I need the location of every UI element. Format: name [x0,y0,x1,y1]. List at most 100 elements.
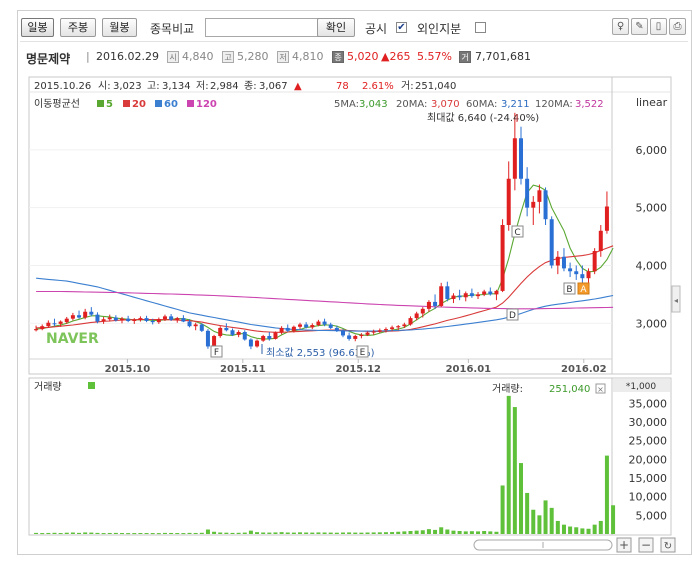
volume-bar-58 [390,532,395,534]
volume-bar-70 [463,531,468,534]
panel-collapse-handle[interactable]: ◂ [671,285,681,313]
candle-body-62 [414,313,419,319]
candle-body-39 [273,332,278,339]
candle-body-47 [322,321,327,325]
naver-watermark: NAVER [46,331,99,347]
volume-bar-28 [205,529,210,534]
refresh-icon[interactable]: ↻ [660,537,676,553]
candle-body-63 [420,308,425,314]
ma60-readout-label: 60MA: [466,99,497,110]
volume-close-icon[interactable]: × [595,383,606,394]
cursor-high: 3,134 [162,81,191,92]
candle-body-79 [518,138,523,179]
candle-7 [77,310,82,319]
marker-f[interactable]: F [210,345,223,358]
candle-body-92 [598,230,603,252]
marker-d[interactable]: D [506,308,519,321]
candle-39 [273,331,278,340]
candle-body-54 [365,332,370,335]
marker-e[interactable]: E [356,345,369,358]
candle-51 [347,332,352,341]
volume-bar-39 [273,532,278,534]
candle-body-89 [580,274,585,279]
marker-a[interactable]: A [577,282,590,295]
candle-69 [457,289,462,301]
marker-c[interactable]: C [511,225,524,238]
volume-bar-74 [488,531,493,534]
candle-body-38 [267,336,272,339]
candle-body-53 [359,334,364,337]
volume-bar-60 [402,531,407,534]
svg-text:D: D [509,311,516,321]
volume-bar-6 [70,532,75,534]
legend-swatch-20 [123,100,130,107]
volume-bar-71 [469,531,474,534]
ma120-readout-value: 3,522 [575,99,604,110]
svg-text:◂: ◂ [674,296,678,305]
candle-body-83 [543,190,548,220]
svg-text:C: C [514,228,520,238]
candle-body-80 [525,178,530,208]
svg-text:+: + [619,538,629,552]
candle-body-41 [285,327,290,331]
volume-bar-21 [162,532,167,534]
candle-77 [506,161,511,231]
marker-b[interactable]: B [563,282,576,295]
legend-label-60: 60 [164,99,178,110]
candle-14 [120,316,125,324]
volume-bar-1 [40,533,45,535]
cursor-arrow: ▲ [294,81,302,92]
volume-bar-25 [187,532,192,534]
svg-text:−: − [641,538,651,552]
candle-body-51 [347,335,352,339]
volume-bar-56 [377,532,382,534]
candle-body-0 [34,329,39,331]
volume-bar-46 [316,532,321,534]
candle-body-9 [89,311,94,315]
candle-24 [181,315,186,323]
volume-bar-87 [568,526,573,534]
volume-panel-title: 거래량 [34,381,62,393]
zoom-in-button[interactable]: + [616,537,632,553]
candle-84 [549,216,554,269]
candle-body-43 [298,324,303,327]
candle-9 [89,307,94,317]
candle-body-6 [70,315,75,319]
volume-bar-47 [322,532,327,534]
volume-bar-90 [586,528,591,534]
volume-bar-68 [451,530,456,534]
zoom-out-button[interactable]: − [638,537,654,553]
volume-bar-19 [150,533,155,535]
volume-bar-75 [494,531,499,534]
volume-bar-26 [193,532,198,534]
candle-41 [285,324,290,332]
candle-85 [555,251,560,275]
candle-27 [199,323,204,332]
volume-bar-78 [512,407,517,534]
candle-81 [531,196,536,225]
cursor-low: 2,984 [210,81,239,92]
legend-label-20: 20 [132,99,146,110]
candle-body-85 [555,256,560,266]
candle-body-28 [205,330,210,347]
candle-6 [70,312,75,321]
volume-bar-84 [549,507,554,534]
candle-body-10 [95,314,100,322]
candle-88 [574,265,579,280]
volume-bar-3 [52,532,57,534]
volume-bar-38 [267,532,272,534]
candle-body-16 [132,319,137,321]
volume-bar-35 [248,530,253,534]
volume-bar-89 [580,528,585,534]
volume-bar-15 [126,533,131,535]
candle-body-93 [604,206,609,231]
volume-readout-value: 251,040 [549,384,590,395]
candle-74 [488,287,493,296]
scale-label[interactable]: linear [636,96,668,109]
candle-body-55 [371,331,376,333]
candle-body-48 [328,324,333,328]
cursor-volume: 251,040 [415,81,456,92]
cursor-volume-label: 거: [401,80,414,92]
volume-bar-94 [611,505,616,534]
volume-bar-81 [531,509,536,534]
